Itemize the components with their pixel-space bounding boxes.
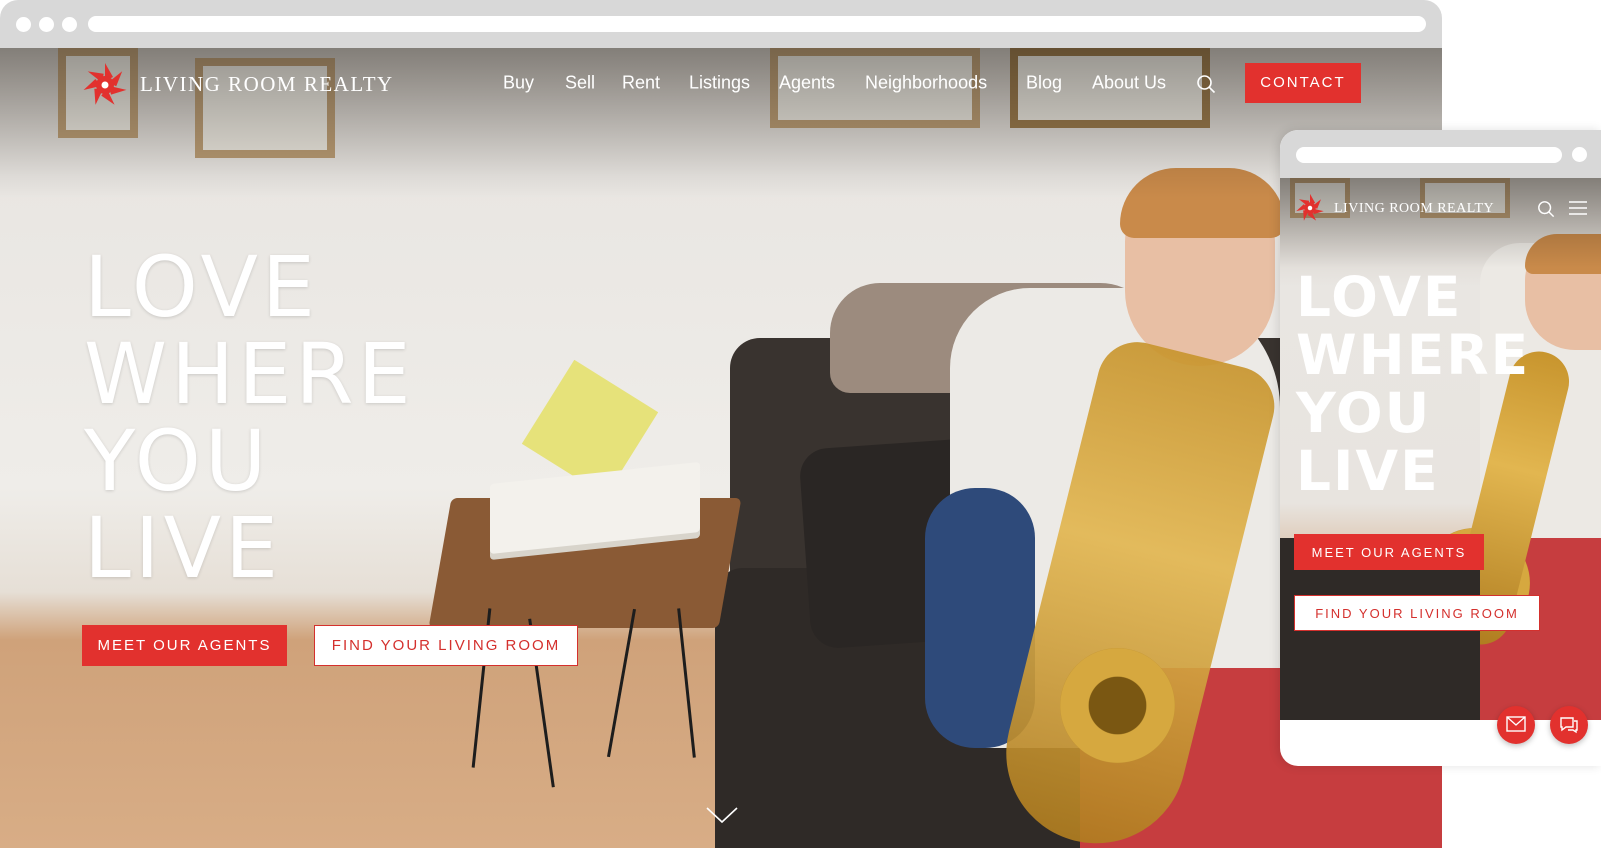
desktop-browser-frame: LIVING ROOM REALTY Buy Sell Rent Listing… xyxy=(0,0,1442,848)
contact-button[interactable]: CONTACT xyxy=(1245,63,1361,103)
desktop-browser-chrome xyxy=(0,0,1442,48)
hero-headline-line: LIVE xyxy=(1296,439,1440,503)
meet-our-agents-button[interactable]: MEET OUR AGENTS xyxy=(1294,534,1484,570)
window-dot xyxy=(16,17,31,32)
nav-link-neighborhoods[interactable]: Neighborhoods xyxy=(865,73,987,94)
saxophone-bell-image xyxy=(1060,648,1175,763)
hero-headline-line: LIVE xyxy=(84,499,283,597)
search-icon[interactable] xyxy=(1537,200,1555,223)
nav-link-blog[interactable]: Blog xyxy=(1026,73,1062,94)
chat-icon[interactable] xyxy=(1550,706,1588,744)
nav-link-listings[interactable]: Listings xyxy=(689,73,750,94)
find-your-living-room-button[interactable]: FIND YOUR LIVING ROOM xyxy=(314,625,578,666)
mobile-browser-chrome xyxy=(1280,130,1601,178)
nav-overlay xyxy=(0,48,1442,198)
window-dot xyxy=(1572,147,1587,162)
nav-link-about-us[interactable]: About Us xyxy=(1092,73,1166,94)
nav-link-buy[interactable]: Buy xyxy=(503,73,534,94)
brand-logo-icon[interactable] xyxy=(80,60,130,110)
hero-headline-line: YOU xyxy=(1296,381,1432,445)
brand-logo-icon[interactable] xyxy=(1294,192,1326,224)
nav-link-rent[interactable]: Rent xyxy=(622,73,660,94)
find-your-living-room-button[interactable]: FIND YOUR LIVING ROOM xyxy=(1294,595,1540,631)
nav-link-agents[interactable]: Agents xyxy=(779,73,835,94)
search-icon[interactable] xyxy=(1196,74,1216,99)
mail-icon[interactable] xyxy=(1497,706,1535,744)
meet-our-agents-button[interactable]: MEET OUR AGENTS xyxy=(82,625,287,666)
hero-headline-line: LOVE xyxy=(84,238,319,336)
hero-headline-line: YOU xyxy=(84,412,271,510)
table-leg xyxy=(606,608,637,758)
hero-headline-line: WHERE xyxy=(1296,323,1531,387)
hero-headline-line: LOVE xyxy=(1296,265,1463,329)
brand-name[interactable]: LIVING ROOM REALTY xyxy=(140,72,394,97)
window-dot xyxy=(39,17,54,32)
nav-link-sell[interactable]: Sell xyxy=(565,73,595,94)
chevron-down-icon[interactable] xyxy=(705,805,739,830)
mobile-device-frame: LIVING ROOM REALTY LOVE WHERE YOU LIVE M… xyxy=(1280,130,1601,766)
nav-overlay xyxy=(1280,178,1601,268)
mobile-address-bar[interactable] xyxy=(1296,147,1562,163)
brand-name[interactable]: LIVING ROOM REALTY xyxy=(1334,201,1494,217)
hero-headline-line: WHERE xyxy=(84,325,415,423)
address-bar[interactable] xyxy=(88,16,1426,32)
window-dot xyxy=(62,17,77,32)
hamburger-menu-icon[interactable] xyxy=(1569,200,1587,221)
table-leg xyxy=(677,608,696,758)
